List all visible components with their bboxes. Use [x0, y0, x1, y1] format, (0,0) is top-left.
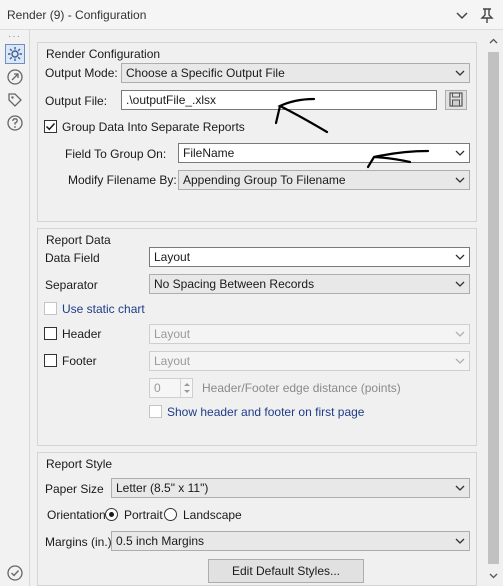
validate-check-icon[interactable] — [5, 563, 25, 583]
output-mode-label: Output Mode: — [45, 66, 118, 80]
section-title: Render Configuration — [46, 47, 161, 61]
portrait-label: Portrait — [124, 508, 163, 522]
show-first-page-checkbox[interactable] — [149, 405, 162, 418]
scrollbar-thumb[interactable] — [488, 52, 499, 564]
save-file-button[interactable] — [445, 90, 467, 110]
data-field-dropdown[interactable]: Layout — [149, 247, 470, 267]
checkmark-icon — [45, 122, 56, 131]
scroll-down-icon[interactable] — [488, 570, 499, 581]
footer-value: Layout — [154, 354, 191, 368]
chevron-down-icon — [455, 331, 465, 337]
header-label: Header — [62, 327, 102, 341]
window-title: Render (9) - Configuration — [7, 8, 147, 22]
chevron-down-icon — [455, 177, 465, 183]
paper-size-label: Paper Size — [45, 482, 104, 496]
paper-size-dropdown[interactable]: Letter (8.5" x 11") — [111, 478, 470, 498]
group-data-label: Group Data Into Separate Reports — [62, 120, 245, 134]
output-mode-dropdown[interactable]: Choose a Specific Output File — [121, 63, 470, 83]
collapse-chevron-icon[interactable] — [451, 4, 473, 26]
modify-filename-label: Modify Filename By: — [68, 173, 177, 187]
static-chart-label: Use static chart — [62, 302, 145, 316]
landscape-radio[interactable] — [164, 508, 177, 521]
vertical-scrollbar[interactable] — [484, 30, 503, 586]
portrait-radio[interactable] — [105, 508, 118, 521]
header-dropdown[interactable]: Layout — [149, 324, 470, 344]
section-title: Report Style — [46, 457, 113, 471]
spinner-arrows-icon[interactable] — [180, 379, 192, 397]
separator-label: Separator — [45, 278, 98, 292]
field-to-group-dropdown[interactable]: FileName — [178, 143, 470, 163]
edge-distance-spinner[interactable]: 0 — [149, 378, 193, 398]
static-chart-checkbox[interactable] — [44, 302, 57, 315]
header-value: Layout — [154, 327, 191, 341]
data-field-label: Data Field — [45, 251, 100, 265]
footer-checkbox[interactable] — [44, 354, 57, 367]
tag-icon[interactable] — [5, 90, 25, 110]
margins-label: Margins (in.) — [45, 535, 112, 549]
configuration-panel: Render Configuration Output Mode: Choose… — [31, 30, 483, 586]
connection-arrow-icon[interactable] — [5, 67, 25, 87]
rail-grip-icon: ··· — [8, 31, 21, 42]
radio-selected-dot — [109, 512, 114, 517]
chevron-down-icon — [455, 150, 465, 156]
edge-distance-label: Header/Footer edge distance (points) — [202, 381, 401, 395]
field-to-group-label: Field To Group On: — [65, 147, 167, 161]
footer-dropdown[interactable]: Layout — [149, 351, 470, 371]
chevron-down-icon — [455, 358, 465, 364]
title-bar: Render (9) - Configuration — [0, 0, 503, 30]
modify-filename-value: Appending Group To Filename — [183, 173, 346, 187]
margins-dropdown[interactable]: 0.5 inch Margins — [111, 531, 470, 551]
render-configuration-section: Render Configuration Output Mode: Choose… — [37, 42, 477, 222]
output-file-label: Output File: — [45, 94, 108, 108]
chevron-down-icon — [455, 281, 465, 287]
footer-label: Footer — [62, 354, 97, 368]
modify-filename-dropdown[interactable]: Appending Group To Filename — [178, 170, 470, 190]
chevron-down-icon — [455, 254, 465, 260]
landscape-label: Landscape — [183, 508, 242, 522]
header-checkbox[interactable] — [44, 327, 57, 340]
report-style-section: Report Style Paper Size Letter (8.5" x 1… — [37, 452, 477, 586]
separator-value: No Spacing Between Records — [154, 277, 315, 291]
output-file-input[interactable]: .\outputFile_.xlsx — [121, 90, 437, 110]
chevron-down-icon — [455, 485, 465, 491]
orientation-label: Orientation — [47, 508, 106, 522]
floppy-disk-icon — [449, 92, 463, 107]
field-to-group-value: FileName — [183, 146, 235, 160]
left-tool-rail: ··· — [0, 30, 30, 586]
scroll-up-icon[interactable] — [488, 36, 499, 47]
separator-dropdown[interactable]: No Spacing Between Records — [149, 274, 470, 294]
report-data-section: Report Data Data Field Layout Separator … — [37, 228, 477, 446]
edit-default-styles-button[interactable]: Edit Default Styles... — [208, 559, 364, 583]
help-icon[interactable] — [5, 113, 25, 133]
group-data-checkbox[interactable] — [44, 120, 57, 133]
configuration-gear-icon[interactable] — [5, 44, 25, 64]
chevron-down-icon — [455, 70, 465, 76]
chevron-down-icon — [455, 538, 465, 544]
section-title: Report Data — [46, 233, 111, 247]
output-mode-value: Choose a Specific Output File — [126, 66, 285, 80]
pin-icon[interactable] — [476, 4, 498, 26]
data-field-value: Layout — [154, 250, 191, 264]
edge-distance-value: 0 — [154, 381, 161, 395]
show-first-page-label: Show header and footer on first page — [167, 405, 365, 419]
paper-size-value: Letter (8.5" x 11") — [116, 481, 209, 495]
margins-value: 0.5 inch Margins — [116, 534, 205, 548]
